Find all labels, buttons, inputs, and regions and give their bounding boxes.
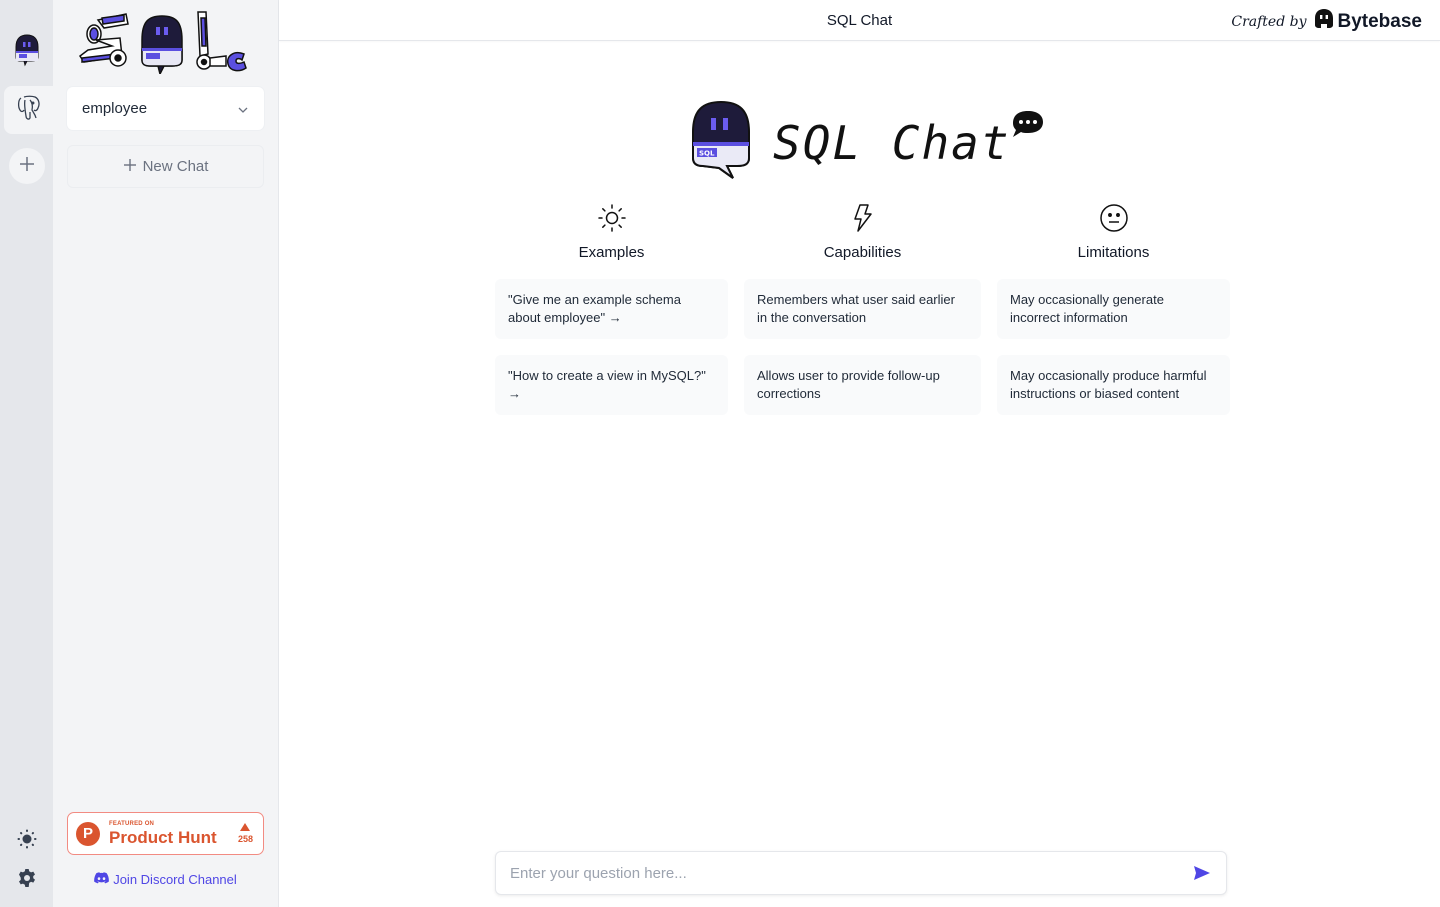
product-hunt-logo-icon: P: [76, 821, 100, 846]
example-prompt-card[interactable]: "How to create a view in MySQL?" →: [495, 355, 728, 415]
robot-icon: SQL: [691, 100, 751, 185]
lightning-icon: [852, 203, 874, 238]
column-title: Capabilities: [823, 244, 902, 261]
product-hunt-featured-label: FEATURED ON: [109, 821, 155, 827]
new-chat-label: New Chat: [142, 158, 209, 175]
join-discord-label: Join Discord Channel: [113, 872, 237, 887]
product-hunt-badge[interactable]: P FEATURED ON Product Hunt 258: [67, 812, 264, 855]
database-select-value: employee: [82, 100, 148, 117]
discord-icon: [94, 872, 110, 887]
sidebar-footer: P FEATURED ON Product Hunt 258 Join Disc…: [67, 812, 264, 887]
product-hunt-vote-count: 258: [237, 834, 253, 844]
crafted-by-label: Crafted by: [1231, 14, 1307, 30]
limitation-card: May occasionally produce harmful instruc…: [997, 355, 1230, 415]
example-prompt-card[interactable]: "Give me an example schema about employe…: [495, 279, 728, 339]
capability-card: Remembers what user said earlier in the …: [744, 279, 981, 339]
send-button[interactable]: [1190, 861, 1214, 885]
sql-chat-logo-illustration: [67, 0, 264, 78]
question-input-box: [495, 851, 1227, 895]
plus-icon: [18, 152, 36, 180]
page-title: SQL Chat: [826, 11, 893, 29]
limitation-card: May occasionally generate incorrect info…: [997, 279, 1230, 339]
add-connection-button[interactable]: [8, 148, 45, 184]
chat-bubble-icon: [1007, 109, 1047, 146]
sun-icon: [597, 203, 627, 238]
intro-columns: Examples "Give me an example schema abou…: [495, 203, 1230, 415]
plus-icon: [123, 158, 137, 176]
column-limitations: Limitations May occasionally generate in…: [997, 203, 1230, 415]
chevron-down-icon: [238, 100, 248, 117]
rail-item-sql-chat-bot[interactable]: [3, 28, 51, 76]
connection-rail: [0, 0, 53, 907]
product-hunt-votes: 258: [238, 823, 253, 844]
column-title: Limitations: [1077, 244, 1150, 261]
sun-icon[interactable]: [17, 829, 37, 854]
upvote-triangle-icon: [240, 823, 251, 831]
database-select[interactable]: employee: [67, 87, 264, 130]
crafted-by-bytebase-link[interactable]: Crafted by Bytebase: [1231, 8, 1422, 36]
send-icon: [1194, 866, 1210, 880]
product-hunt-name: Product Hunt: [109, 828, 217, 847]
robot-icon: [13, 33, 41, 72]
neutral-face-icon: [1099, 203, 1129, 238]
column-examples: Examples "Give me an example schema abou…: [495, 203, 728, 415]
bytebase-name: Bytebase: [1337, 11, 1423, 32]
question-input[interactable]: [510, 864, 1190, 882]
new-chat-button[interactable]: New Chat: [67, 145, 264, 188]
postgresql-elephant-icon: [16, 94, 42, 127]
bytebase-logo: Bytebase: [1313, 8, 1423, 36]
app-root: employee New Chat P FEATURED ON Product …: [0, 0, 1440, 907]
rail-item-postgresql-connection[interactable]: [4, 86, 53, 134]
capability-card: Allows user to provide follow-up correct…: [744, 355, 981, 415]
bytebase-icon: [1313, 8, 1335, 36]
hero-title: SQL Chat: [773, 115, 1011, 170]
column-title: Examples: [578, 244, 645, 261]
column-capabilities: Capabilities Remembers what user said ea…: [744, 203, 981, 415]
gear-icon[interactable]: [17, 868, 37, 893]
chat-sidebar: employee New Chat P FEATURED ON Product …: [53, 0, 279, 907]
hero-logo: SQL SQL Chat: [691, 100, 1047, 185]
rail-bottom-controls: [17, 829, 37, 893]
join-discord-link[interactable]: Join Discord Channel: [94, 872, 237, 887]
svg-text:SQL: SQL: [699, 150, 715, 158]
top-bar: SQL Chat Crafted by Bytebase: [279, 0, 1440, 41]
main-panel: SQL Chat Crafted by Bytebase SQL SQL Cha…: [279, 0, 1440, 907]
